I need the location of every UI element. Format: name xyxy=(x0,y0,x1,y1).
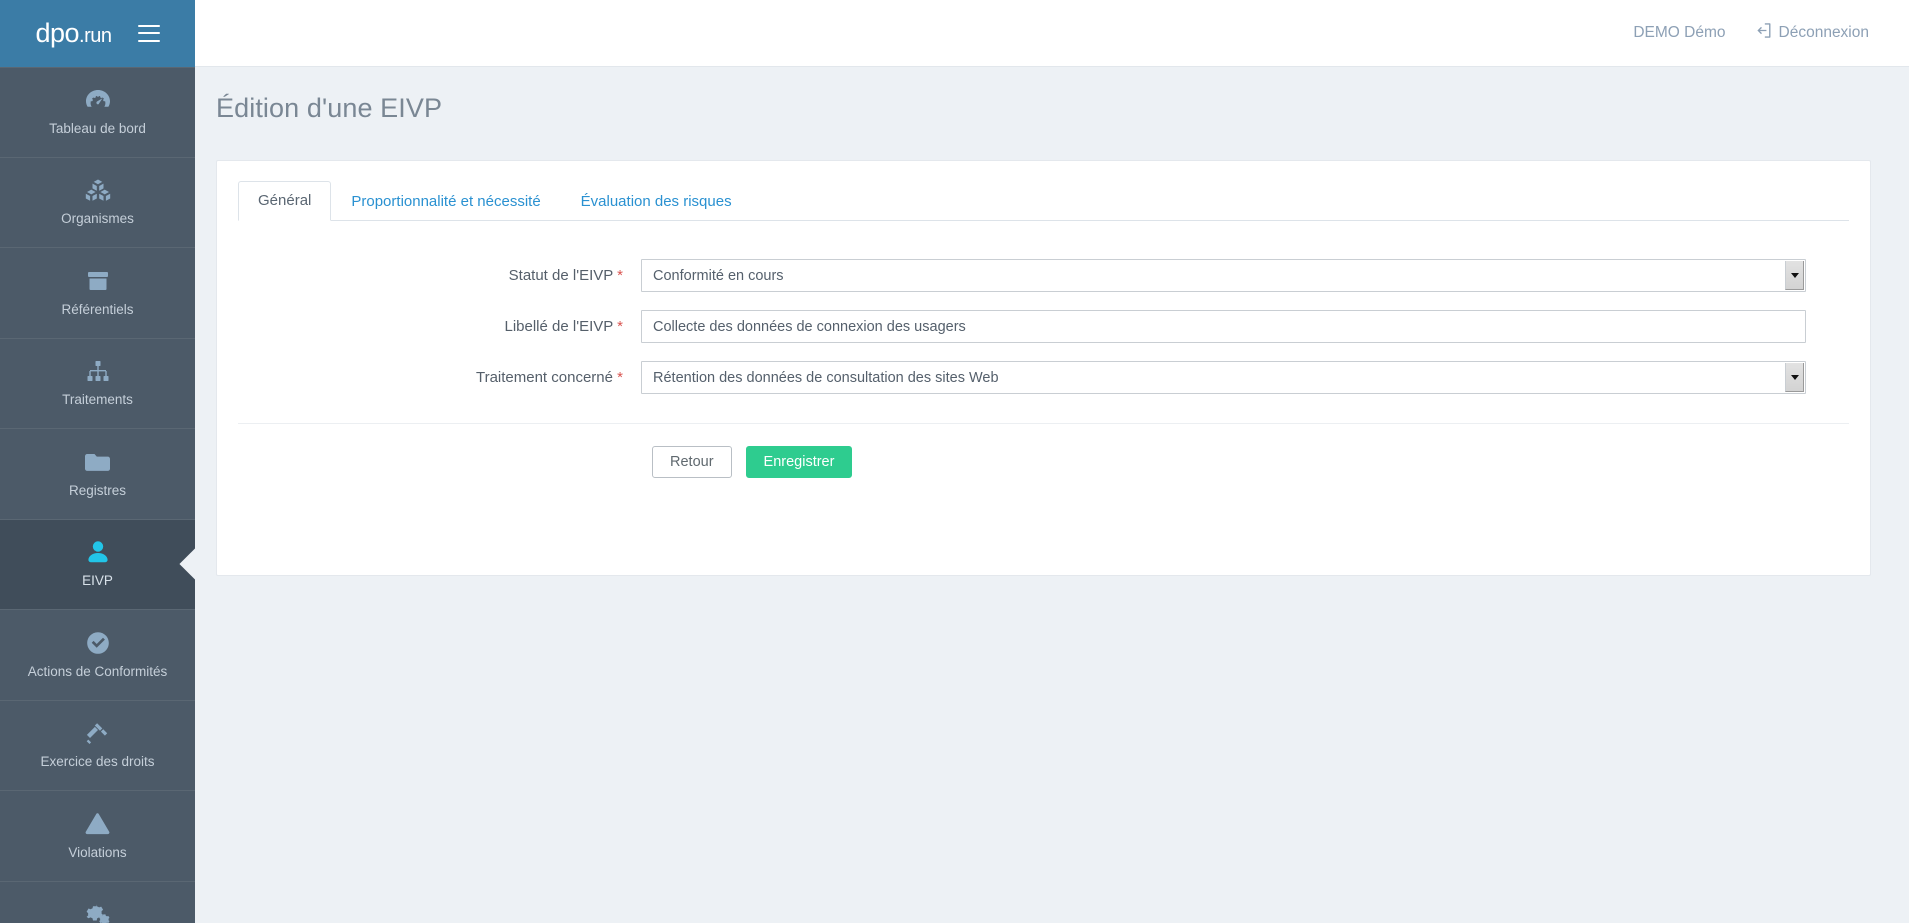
sidebar-item-label: EIVP xyxy=(82,573,113,589)
sidebar-item-referentiels[interactable]: Référentiels xyxy=(0,248,195,339)
sidebar-item-label: Exercice des droits xyxy=(40,754,155,770)
save-button[interactable]: Enregistrer xyxy=(745,446,853,478)
sidebar-item-label: Registres xyxy=(68,482,127,498)
page-title: Édition d'une EIVP xyxy=(216,93,443,123)
tab-evaluation-des-risques[interactable]: Évaluation des risques xyxy=(561,182,752,221)
field-label-text: Traitement concerné xyxy=(475,369,613,386)
logo-main-text: dpo xyxy=(35,17,80,48)
required-marker: * xyxy=(617,318,623,335)
sidebar-item-organismes[interactable]: Organismes xyxy=(0,158,195,248)
gavel-icon xyxy=(85,720,111,746)
header-right-group: DEMO Démo Déconnexion xyxy=(1633,0,1909,67)
field-wrap-libelle xyxy=(641,310,1806,343)
sidebar-item-traitements[interactable]: Traitements xyxy=(0,339,195,429)
field-label-libelle: Libellé de l'EIVP * xyxy=(217,318,641,335)
sidebar-item-registres[interactable]: Registres xyxy=(0,429,195,520)
sidebar-item-violations[interactable]: Violations xyxy=(0,791,195,882)
main-sidebar: Tableau de bord Organismes Référentiels … xyxy=(0,67,195,923)
tab-bar: Général Proportionnalité et nécessité Év… xyxy=(238,181,1849,221)
statut-de-leivp-select[interactable]: Conformité en cours xyxy=(641,259,1806,292)
field-label-text: Statut de l'EIVP xyxy=(508,267,613,284)
field-label-statut: Statut de l'EIVP * xyxy=(217,267,641,284)
eivp-general-form: Statut de l'EIVP * Conformité en cours L… xyxy=(217,221,1870,478)
field-label-traitement: Traitement concerné * xyxy=(217,369,641,386)
sidebar-item-tableau-de-bord[interactable]: Tableau de bord xyxy=(0,67,195,158)
brand-block: dpo.run xyxy=(0,0,195,67)
sidebar-item-label: Traitements xyxy=(62,392,133,408)
user-icon xyxy=(85,539,111,565)
cubes-icon xyxy=(85,177,111,203)
form-row-libelle: Libellé de l'EIVP * xyxy=(217,310,1870,343)
back-button[interactable]: Retour xyxy=(652,446,732,478)
gears-icon xyxy=(85,901,111,923)
logout-button[interactable]: Déconnexion xyxy=(1754,22,1869,44)
logout-label: Déconnexion xyxy=(1778,24,1869,41)
app-logo[interactable]: dpo.run xyxy=(35,17,112,48)
sidebar-item-exercice-des-droits[interactable]: Exercice des droits xyxy=(0,701,195,791)
sidebar-item-label: Organismes xyxy=(61,211,134,227)
warning-triangle-icon xyxy=(85,811,111,837)
sidebar-item-label: Tableau de bord xyxy=(49,121,146,137)
tab-proportionnalite-et-necessite[interactable]: Proportionnalité et nécessité xyxy=(331,182,560,221)
sidebar-item-eivp[interactable]: EIVP xyxy=(0,519,195,610)
sidebar-item-label: Violations xyxy=(68,844,127,860)
sitemap-icon xyxy=(85,358,111,384)
dashboard-gauge-icon xyxy=(85,87,111,113)
sign-out-icon xyxy=(1754,22,1771,44)
field-wrap-traitement: Rétention des données de consultation de… xyxy=(641,361,1806,394)
archive-box-icon xyxy=(85,268,111,294)
sidebar-item-actions-de-conformites[interactable]: Actions de Conformités xyxy=(0,610,195,701)
folder-icon xyxy=(85,449,111,475)
sidebar-item-label: Actions de Conformités xyxy=(27,663,168,679)
eivp-edit-panel: Général Proportionnalité et nécessité Év… xyxy=(216,160,1871,576)
field-label-text: Libellé de l'EIVP xyxy=(504,318,613,335)
field-wrap-statut: Conformité en cours xyxy=(641,259,1806,292)
form-row-traitement: Traitement concerné * Rétention des donn… xyxy=(217,361,1870,394)
tab-general[interactable]: Général xyxy=(238,181,332,221)
current-user-label: DEMO Démo xyxy=(1633,24,1726,41)
logo-suffix-text: .run xyxy=(79,24,112,47)
sidebar-item-administration[interactable]: Administration xyxy=(0,882,195,923)
sidebar-item-label: Référentiels xyxy=(61,301,134,317)
check-circle-icon xyxy=(85,630,111,656)
top-header-bar: dpo.run DEMO Démo Déconnexion xyxy=(0,0,1909,67)
libelle-de-leivp-input[interactable] xyxy=(641,310,1806,343)
main-content-area: Édition d'une EIVP Général Proportionnal… xyxy=(195,67,1909,923)
required-marker: * xyxy=(617,267,623,284)
hamburger-icon[interactable] xyxy=(137,24,160,42)
form-row-statut: Statut de l'EIVP * Conformité en cours xyxy=(217,259,1870,292)
form-actions: Retour Enregistrer xyxy=(217,424,1870,478)
traitement-concerne-select[interactable]: Rétention des données de consultation de… xyxy=(641,361,1806,394)
required-marker: * xyxy=(617,369,623,386)
